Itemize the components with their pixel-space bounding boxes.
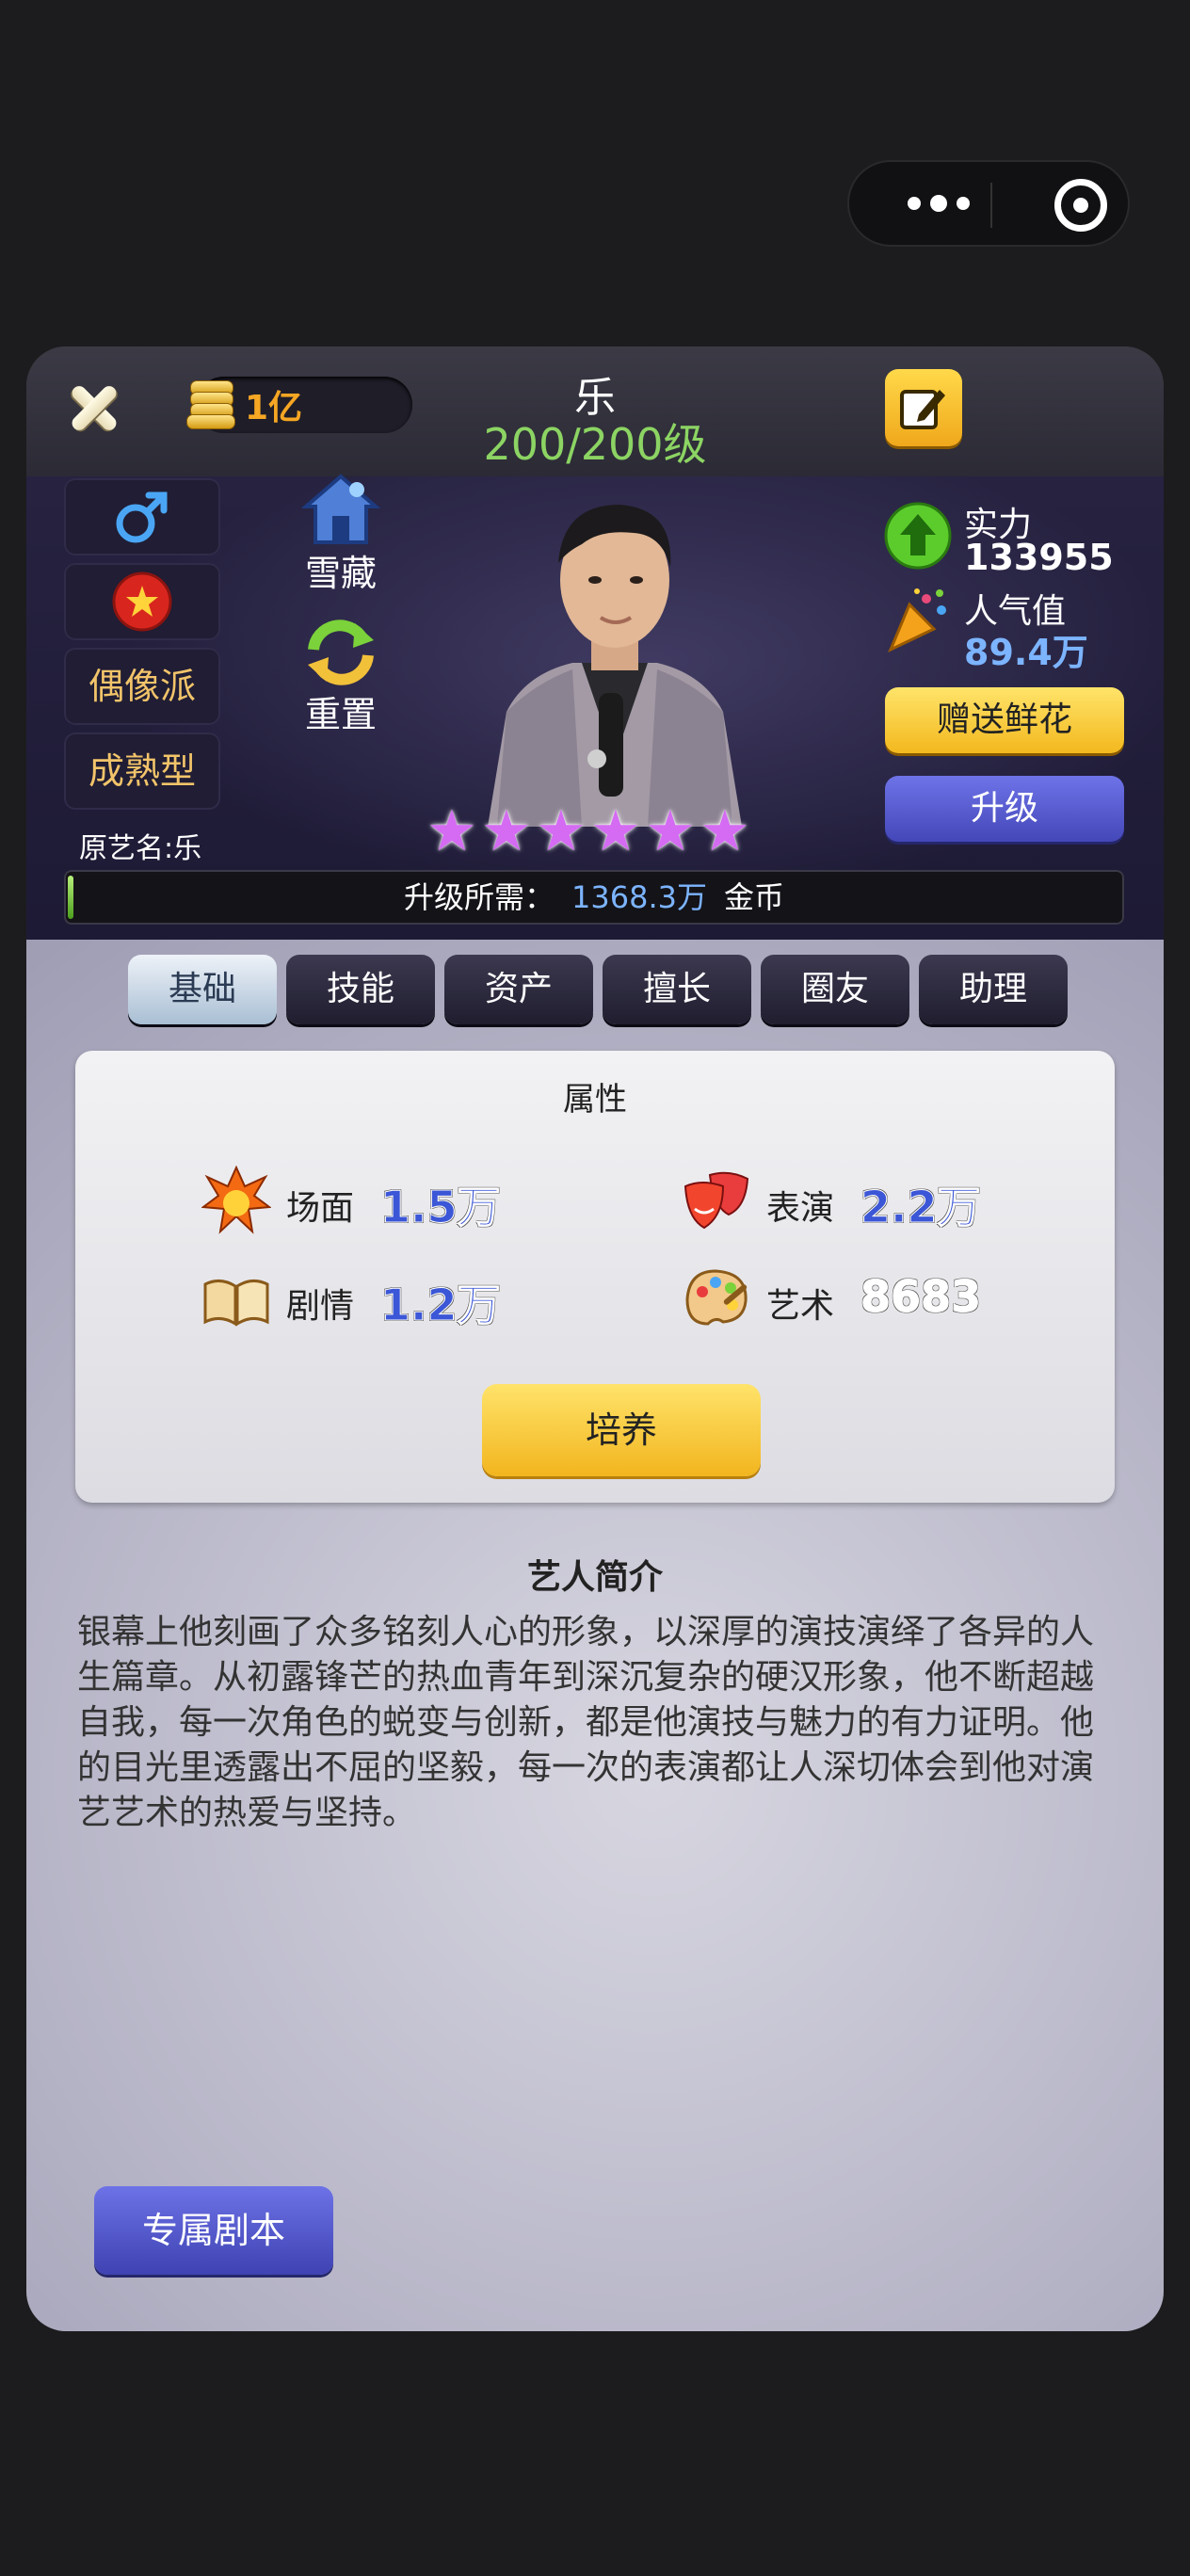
type-tag-cell: 成熟型 <box>64 733 220 810</box>
upgrade-cost-unit: 金币 <box>723 879 784 915</box>
star-icon: ★ <box>590 798 641 864</box>
attr-name-story: 剧情 <box>286 1287 355 1326</box>
collect-action[interactable]: 雪藏 <box>275 471 407 603</box>
artist-level: 200/200级 <box>483 419 707 470</box>
intro-title: 艺人简介 <box>526 1558 663 1597</box>
miniprogram-capsule <box>847 160 1130 247</box>
type-tag: 成熟型 <box>88 750 196 792</box>
tab-basic[interactable]: 基础 <box>128 955 277 1024</box>
original-name: 原艺名:乐 <box>79 832 202 865</box>
star-rating: ★ ★ ★ ★ ★ ★ <box>426 798 750 864</box>
collect-label: 雪藏 <box>304 553 377 594</box>
star-icon: ★ <box>481 798 532 864</box>
attr-name-acting: 表演 <box>766 1189 835 1228</box>
strength-value: 133955 <box>964 537 1114 578</box>
palette-icon <box>685 1269 748 1326</box>
china-flag-badge-icon <box>112 572 172 632</box>
attr-value-story: 1.2万 <box>380 1280 501 1331</box>
star-icon: ★ <box>426 798 477 864</box>
nationality-cell <box>64 563 220 640</box>
artist-detail-panel: 1亿 乐 200/200级 偶像派 成熟型 原艺名:乐 雪藏 重置 ★ ★ ★ … <box>26 346 1164 2331</box>
reset-label: 重置 <box>304 694 377 735</box>
attr-value-acting: 2.2万 <box>860 1182 981 1233</box>
popularity-value: 89.4万 <box>964 632 1088 673</box>
attributes-title: 属性 <box>563 1081 627 1119</box>
upgrade-cost-amount: 1368.3万 <box>571 879 707 915</box>
upgrade-progress-bar: 升级所需： 1368.3万 金币 <box>64 870 1124 925</box>
house-icon <box>300 474 381 544</box>
explosion-icon <box>201 1166 271 1234</box>
strength-up-icon <box>884 502 952 570</box>
attr-value-art: 8683 <box>860 1271 982 1323</box>
style-tag: 偶像派 <box>88 666 196 707</box>
upgrade-button[interactable]: 升级 <box>885 776 1124 842</box>
upgrade-cost-label: 升级所需： <box>403 879 555 915</box>
upgrade-cost-text: 升级所需： 1368.3万 金币 <box>64 870 1124 925</box>
star-icon: ★ <box>700 798 750 864</box>
gender-cell <box>64 478 220 555</box>
more-options-icon[interactable] <box>896 185 981 222</box>
male-symbol-icon <box>116 491 168 543</box>
gift-flowers-button[interactable]: 赠送鲜花 <box>885 687 1124 753</box>
reset-action[interactable]: 重置 <box>275 612 407 744</box>
party-popper-icon <box>888 588 946 653</box>
tab-skills[interactable]: 技能 <box>286 955 435 1024</box>
attributes-card: 属性 场面 1.5万 表演 2.2万 剧情 1.2万 艺术 8683 培养 <box>75 1051 1115 1503</box>
edit-button[interactable] <box>885 369 962 446</box>
star-icon: ★ <box>645 798 696 864</box>
tab-friends[interactable]: 圈友 <box>761 955 909 1024</box>
refresh-icon <box>308 620 374 685</box>
book-icon <box>203 1280 269 1327</box>
attr-name-art: 艺术 <box>766 1287 835 1326</box>
theater-masks-icon <box>683 1171 749 1230</box>
close-miniprogram-icon[interactable] <box>1054 179 1107 232</box>
tab-specialty[interactable]: 擅长 <box>603 955 751 1024</box>
intro-text: 银幕上他刻画了众多铭刻人心的形象，以深厚的演技演绎了各异的人生篇章。从初露锋芒的… <box>77 1613 1095 1832</box>
artist-portrait <box>488 505 742 827</box>
edit-icon <box>900 390 945 429</box>
tab-assistant[interactable]: 助理 <box>919 955 1068 1024</box>
detail-tabs: 基础 技能 资产 擅长 圈友 助理 <box>128 955 1068 1024</box>
style-tag-cell: 偶像派 <box>64 648 220 725</box>
train-button[interactable]: 培养 <box>482 1384 761 1476</box>
attr-name-scene: 场面 <box>286 1189 355 1228</box>
exclusive-script-button[interactable]: 专属剧本 <box>94 2186 333 2275</box>
tab-assets[interactable]: 资产 <box>444 955 593 1024</box>
star-icon: ★ <box>536 798 587 864</box>
attr-value-scene: 1.5万 <box>380 1182 501 1233</box>
capsule-divider <box>990 183 992 228</box>
